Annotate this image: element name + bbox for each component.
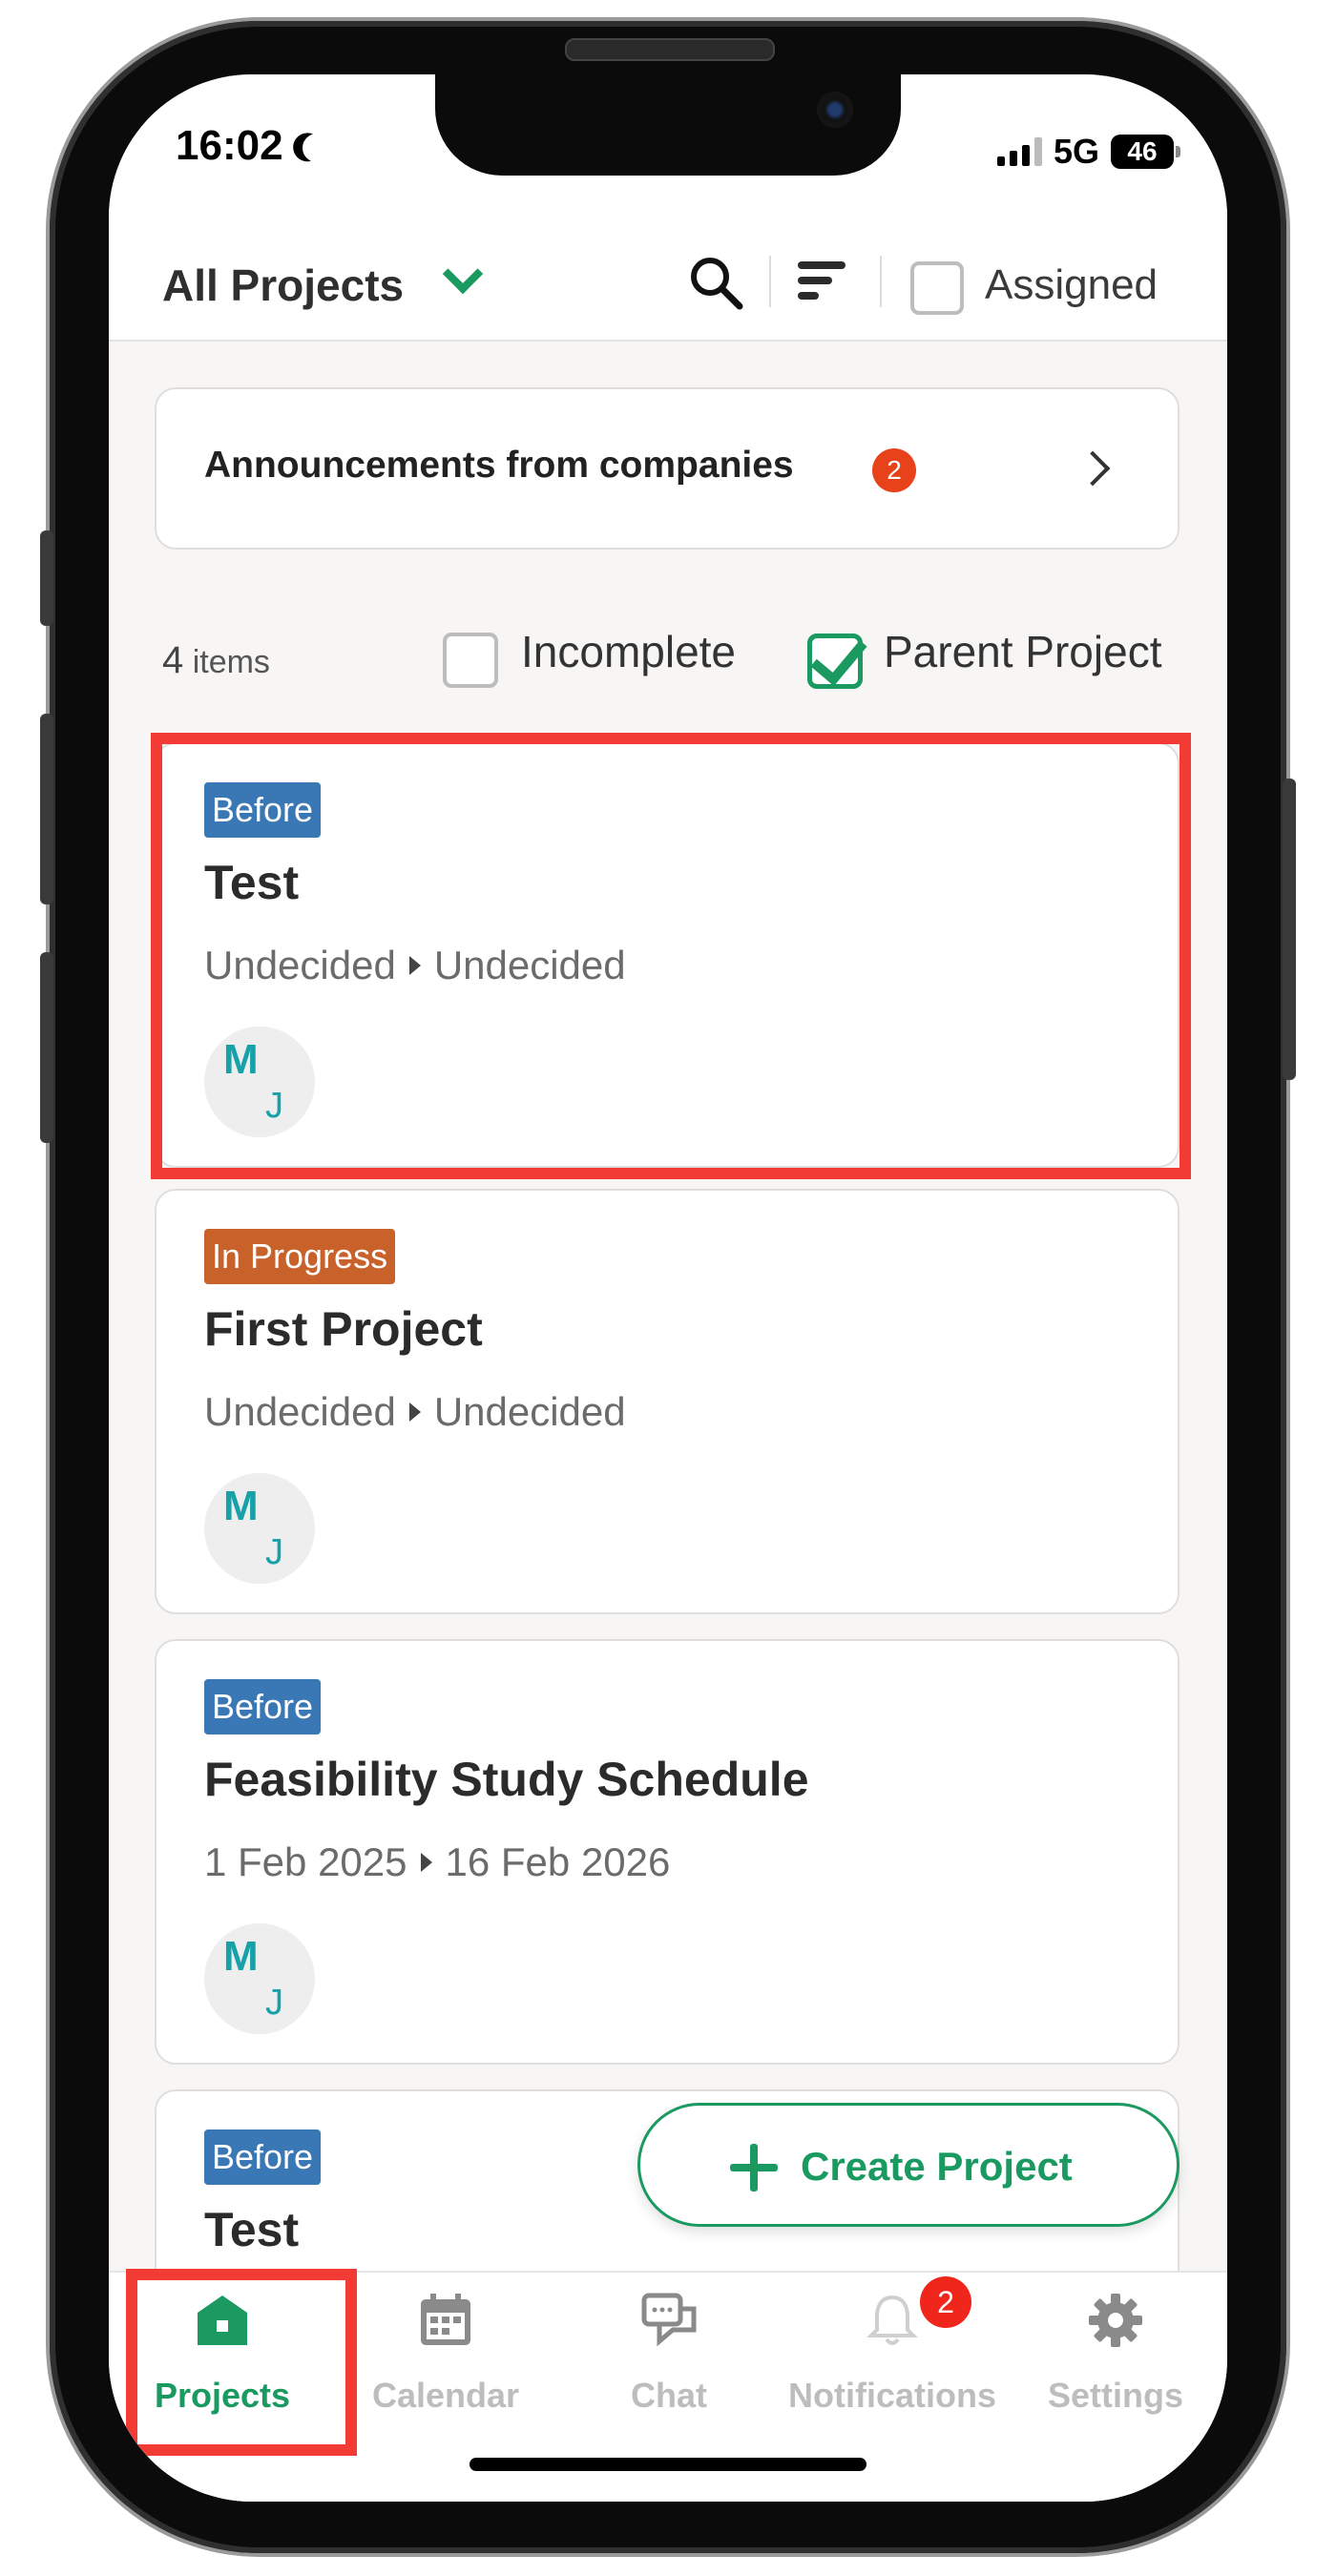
notification-badge: 2 bbox=[920, 2276, 971, 2328]
bell-icon bbox=[866, 2295, 918, 2345]
incomplete-checkbox[interactable] bbox=[443, 633, 498, 688]
highlight-box bbox=[151, 733, 1191, 1179]
assigned-checkbox[interactable] bbox=[910, 261, 964, 315]
incomplete-label[interactable]: Incomplete bbox=[521, 626, 736, 677]
project-title: First Project bbox=[204, 1302, 483, 1356]
battery-icon: 46 bbox=[1111, 135, 1180, 169]
chat-icon bbox=[641, 2293, 697, 2347]
items-count-unit: items bbox=[192, 644, 270, 680]
header-divider bbox=[769, 256, 771, 307]
chevron-down-icon[interactable] bbox=[442, 253, 484, 295]
volume-up-button bbox=[40, 714, 53, 904]
avatar-initial: M bbox=[223, 1933, 259, 1980]
sort-icon[interactable] bbox=[798, 258, 849, 305]
power-button bbox=[1283, 779, 1296, 1080]
tab-settings[interactable]: Settings bbox=[1004, 2273, 1227, 2463]
status-time: 16:02 bbox=[176, 122, 322, 170]
tab-label: Calendar bbox=[371, 2376, 520, 2415]
end-date: 16 Feb 2026 bbox=[445, 1839, 671, 1884]
end-date: Undecided bbox=[433, 1389, 626, 1434]
project-dates: Undecided Undecided bbox=[204, 1389, 626, 1435]
project-title: Test bbox=[204, 2203, 300, 2256]
avatar-initial: J bbox=[265, 1983, 283, 2023]
avatar: M J bbox=[204, 1923, 315, 2034]
plus-icon bbox=[730, 2144, 778, 2192]
network-label: 5G bbox=[1053, 132, 1099, 171]
mute-switch bbox=[40, 530, 53, 626]
start-date: 1 Feb 2025 bbox=[204, 1839, 407, 1884]
gear-icon bbox=[1089, 2294, 1142, 2347]
create-project-label: Create Project bbox=[801, 2144, 1073, 2189]
tab-calendar[interactable]: Calendar bbox=[334, 2273, 557, 2463]
tab-label: Chat bbox=[631, 2376, 707, 2415]
notch bbox=[435, 74, 901, 176]
items-count-number: 4 bbox=[162, 639, 184, 681]
tab-chat[interactable]: Chat bbox=[557, 2273, 781, 2463]
app-screen: 16:02 5G 46 All Projects Assigned Announ… bbox=[109, 74, 1227, 2502]
avatar-initial: M bbox=[223, 1483, 259, 1529]
chevron-right-icon bbox=[1075, 450, 1111, 487]
checkmark-icon bbox=[810, 627, 867, 686]
status-tag: In Progress bbox=[204, 1229, 396, 1284]
app-header: All Projects Assigned bbox=[109, 227, 1227, 342]
battery-level: 46 bbox=[1127, 136, 1158, 166]
status-tag: Before bbox=[204, 2129, 322, 2185]
signal-icon bbox=[996, 137, 1042, 166]
arrow-right-icon bbox=[420, 1853, 432, 1872]
avatar-initial: J bbox=[265, 1532, 283, 1572]
project-dates: 1 Feb 2025 16 Feb 2026 bbox=[204, 1839, 670, 1885]
clock-text: 16:02 bbox=[176, 122, 283, 169]
volume-down-button bbox=[40, 952, 53, 1143]
parent-project-checkbox[interactable] bbox=[807, 627, 867, 689]
status-tag: Before bbox=[204, 1679, 322, 1735]
assigned-label[interactable]: Assigned bbox=[985, 261, 1158, 309]
start-date: Undecided bbox=[204, 1389, 396, 1434]
items-count: 4 items bbox=[162, 639, 270, 682]
project-card[interactable]: In Progress First Project Undecided Unde… bbox=[155, 1189, 1179, 1614]
project-card[interactable]: Before Feasibility Study Schedule 1 Feb … bbox=[155, 1639, 1179, 2065]
project-title: Feasibility Study Schedule bbox=[204, 1753, 809, 1806]
parent-project-label[interactable]: Parent Project bbox=[884, 626, 1161, 677]
project-scope-dropdown[interactable]: All Projects bbox=[162, 260, 404, 311]
home-indicator bbox=[470, 2458, 866, 2471]
header-divider bbox=[880, 256, 882, 307]
announcements-label: Announcements from companies bbox=[204, 445, 794, 486]
create-project-button[interactable]: Create Project bbox=[637, 2103, 1179, 2227]
tab-notifications[interactable]: 2 Notifications bbox=[781, 2273, 1004, 2463]
status-indicators: 5G 46 bbox=[996, 132, 1180, 172]
front-camera bbox=[817, 92, 853, 128]
earpiece-speaker bbox=[565, 38, 775, 61]
tab-label: Notifications bbox=[787, 2376, 996, 2415]
moon-icon bbox=[298, 130, 334, 166]
calendar-icon bbox=[421, 2294, 470, 2345]
search-icon[interactable] bbox=[687, 254, 744, 311]
highlight-box bbox=[126, 2269, 357, 2456]
arrow-right-icon bbox=[408, 1402, 421, 1422]
announcements-count-badge: 2 bbox=[872, 448, 916, 492]
avatar: M J bbox=[204, 1473, 315, 1584]
tab-label: Settings bbox=[1047, 2376, 1183, 2415]
announcements-banner[interactable]: Announcements from companies 2 bbox=[155, 387, 1179, 550]
